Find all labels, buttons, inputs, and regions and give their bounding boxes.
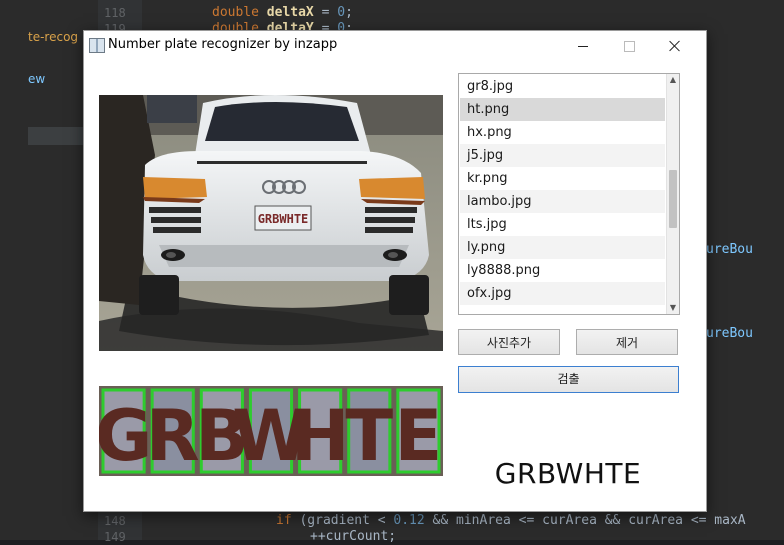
segmented-plate-drawing: GRBWHT E [99, 386, 443, 476]
code-operator: = [313, 5, 338, 20]
file-list-item[interactable]: gr8.jpg [460, 75, 665, 98]
recognition-result: GRBWHTE [494, 457, 642, 490]
minimize-icon [578, 45, 588, 47]
code-fragment: ureBou [706, 242, 753, 257]
file-list-item[interactable]: lambo.jpg [460, 190, 665, 213]
code-line: if (gradient < 0.12 && minArea <= curAre… [276, 513, 746, 529]
line-number: 148 [104, 514, 126, 528]
file-list-item[interactable]: lts.jpg [460, 213, 665, 236]
file-list-item[interactable]: ofx.jpg [460, 282, 665, 305]
detect-button[interactable]: 검출 [458, 366, 679, 393]
license-plate-text: GRBWHTE [258, 212, 309, 226]
file-list-item[interactable]: ht.png [460, 98, 665, 121]
scroll-up-icon[interactable]: ▲ [667, 74, 679, 86]
segmented-plate-image: GRBWHTE [99, 386, 443, 476]
scroll-down-icon[interactable]: ▼ [667, 302, 679, 314]
close-icon [669, 40, 681, 52]
list-scrollbar[interactable]: ▲ ▼ [666, 74, 679, 314]
add-photo-button[interactable]: 사진추가 [458, 329, 560, 355]
code-fragment: ureBou [706, 326, 753, 341]
maximize-icon [623, 40, 635, 52]
file-list-item[interactable]: ly8888.png [460, 259, 665, 282]
code-line: ++curCount; [310, 529, 396, 545]
code-keyword: double [212, 5, 259, 20]
code-keyword: if [276, 513, 292, 528]
char-segment-letter: G [99, 395, 152, 476]
code-identifier: deltaX [266, 5, 314, 20]
window-title: Number plate recognizer by inzapp [108, 37, 338, 52]
car-photo-drawing: GRBWHTE [99, 95, 443, 351]
minimize-button[interactable] [560, 31, 606, 61]
file-listbox[interactable]: gr8.jpg ht.png hx.png j5.jpg kr.png lambo.jpg… [458, 73, 680, 315]
app-window-icon [89, 38, 105, 53]
file-list-item[interactable]: hx.png [460, 121, 665, 144]
code-text: && minArea <= curArea && curArea <= maxA [424, 513, 746, 528]
code-number: 0 [337, 5, 346, 20]
app-window: Number plate recognizer by inzapp GRBWHT… [83, 30, 707, 512]
file-list-item[interactable]: kr.png [460, 167, 665, 190]
file-list-item[interactable]: j5.jpg [460, 144, 665, 167]
code-semicolon: ; [345, 5, 353, 20]
title-bar[interactable]: Number plate recognizer by inzapp [84, 31, 706, 61]
line-number: 149 [104, 530, 126, 544]
scroll-thumb[interactable] [669, 170, 677, 228]
file-list-item[interactable]: ly.png [460, 236, 665, 259]
code-text: (gradient < [291, 513, 394, 528]
char-segment-letter: H [291, 395, 350, 476]
code-text: ++curCount; [310, 529, 397, 544]
char-segment-letter: E [395, 395, 443, 476]
line-number: 118 [104, 6, 126, 20]
maximize-button[interactable] [606, 31, 652, 61]
close-button[interactable] [652, 31, 698, 61]
code-number: 0.12 [393, 513, 425, 528]
remove-button[interactable]: 제거 [576, 329, 678, 355]
char-segment-letter: R [146, 395, 200, 476]
car-photo: GRBWHTE [99, 95, 443, 351]
code-line: double deltaX = 0; [212, 5, 353, 21]
char-segment-letter: T [345, 395, 393, 476]
window-client-area: GRBWHTE GRBWHTE gr8.jpg ht.png hx.png j5.jp… [84, 62, 706, 511]
